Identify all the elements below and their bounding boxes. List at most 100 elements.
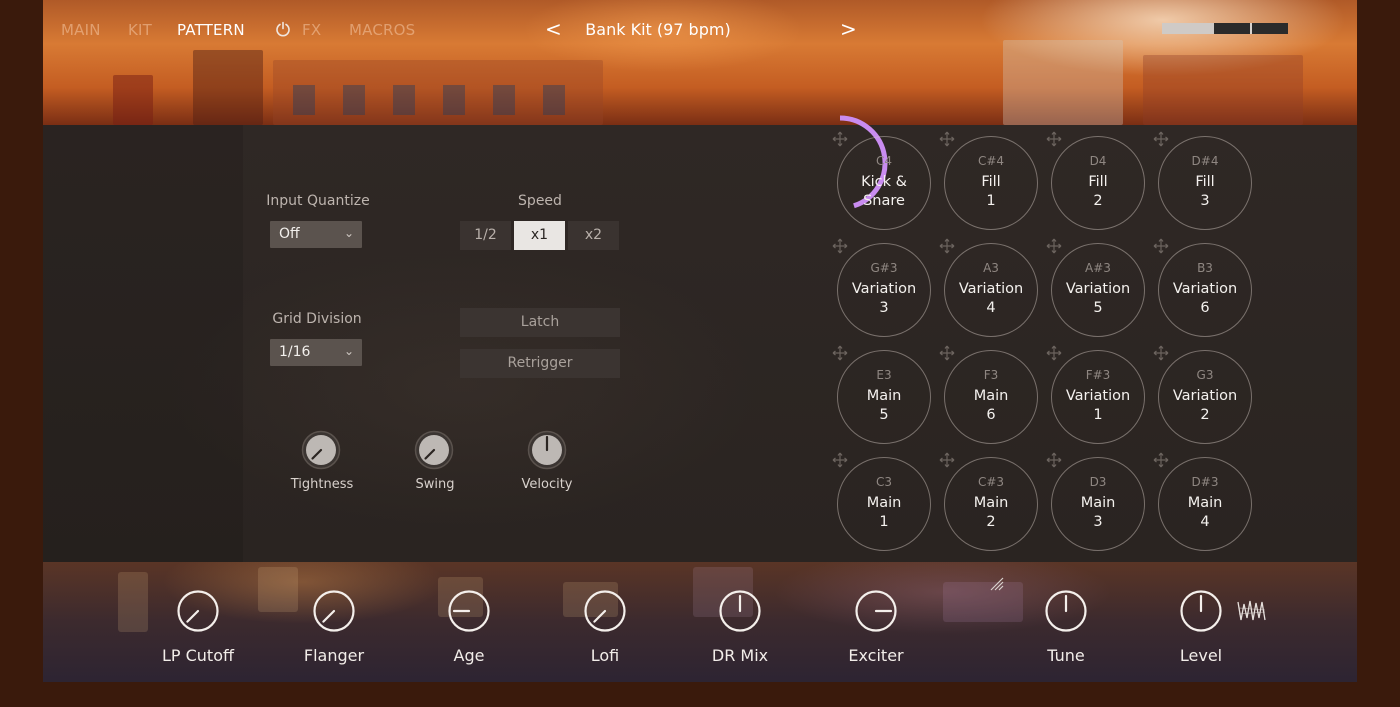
pad-kick-snare[interactable]: C4 Kick & Snare: [837, 136, 931, 230]
pad-name-label: Variation 2: [1159, 387, 1251, 425]
pad-name-label: Variation 6: [1159, 280, 1251, 318]
input-quantize-label: Input Quantize: [266, 193, 370, 209]
pad-main-1[interactable]: C3 Main 1: [837, 457, 931, 551]
grid-division-value: 1/16: [279, 344, 311, 360]
pad-main-4[interactable]: D#3 Main 4: [1158, 457, 1252, 551]
retrigger-button[interactable]: Retrigger: [460, 349, 620, 378]
tab-pattern[interactable]: PATTERN: [177, 21, 245, 39]
pad-note-label: G3: [1196, 368, 1214, 382]
pad-main-6[interactable]: F3 Main 6: [944, 350, 1038, 444]
drag-handle-icon[interactable]: [1153, 452, 1169, 468]
drag-handle-icon[interactable]: [939, 345, 955, 361]
pad-name-line1: Main: [973, 495, 1009, 511]
pad-name-label: Kick & Snare: [838, 173, 930, 211]
pad-note-label: D3: [1089, 475, 1107, 489]
drag-handle-icon[interactable]: [1153, 238, 1169, 254]
flanger-knob[interactable]: [312, 589, 356, 633]
drag-handle-icon[interactable]: [939, 238, 955, 254]
chevron-down-icon: ⌄: [343, 344, 354, 358]
drag-handle-icon[interactable]: [832, 131, 848, 147]
drag-handle-icon[interactable]: [1046, 345, 1062, 361]
pad-variation-4[interactable]: A3 Variation 4: [944, 243, 1038, 337]
pad-variation-3[interactable]: G#3 Variation 3: [837, 243, 931, 337]
pad-name-label: Fill 2: [1052, 173, 1144, 211]
drag-handle-icon[interactable]: [832, 345, 848, 361]
pad-name-line2: 1: [879, 514, 889, 530]
age-knob[interactable]: [447, 589, 491, 633]
pad-note-label: C3: [875, 475, 892, 489]
drag-handle-icon[interactable]: [1153, 131, 1169, 147]
pad-note-label: A3: [983, 261, 999, 275]
pad-variation-5[interactable]: A#3 Variation 5: [1051, 243, 1145, 337]
pad-name-line1: Variation: [1172, 281, 1238, 297]
drag-handle-icon[interactable]: [939, 131, 955, 147]
tab-fx[interactable]: FX: [302, 21, 321, 39]
grid-division-label: Grid Division: [272, 311, 362, 327]
pad-note-label: D4: [1089, 154, 1107, 168]
lofi-knob[interactable]: [583, 589, 627, 633]
pad-name-line1: Variation: [851, 281, 917, 297]
speed-x1-button[interactable]: x1: [514, 221, 565, 250]
drag-handle-icon[interactable]: [939, 452, 955, 468]
pad-variation-1[interactable]: F#3 Variation 1: [1051, 350, 1145, 444]
pad-variation-2[interactable]: G3 Variation 2: [1158, 350, 1252, 444]
tab-macros[interactable]: MACROS: [349, 21, 415, 39]
velocity-knob[interactable]: [527, 430, 567, 470]
pad-name-line1: Fill: [1088, 174, 1108, 190]
drag-handle-icon[interactable]: [1046, 452, 1062, 468]
latch-button[interactable]: Latch: [460, 308, 620, 337]
output-level-meter: [1162, 23, 1288, 34]
pad-name-line2: 3: [1093, 514, 1103, 530]
drag-handle-icon[interactable]: [1153, 345, 1169, 361]
drag-handle-icon[interactable]: [832, 238, 848, 254]
exciter-knob[interactable]: [854, 589, 898, 633]
pad-name-label: Variation 1: [1052, 387, 1144, 425]
pad-main-5[interactable]: E3 Main 5: [837, 350, 931, 444]
dr-mix-knob[interactable]: [718, 589, 762, 633]
pad-name-label: Main 4: [1159, 494, 1251, 532]
grid-division-dropdown[interactable]: 1/16 ⌄: [270, 339, 362, 366]
brand-logo: [1237, 600, 1266, 621]
pad-note-label: C4: [875, 154, 892, 168]
pad-note-label: B3: [1197, 261, 1213, 275]
header-background-image: [43, 0, 1357, 125]
pad-name-line2: Snare: [863, 193, 905, 209]
power-icon[interactable]: [275, 21, 291, 37]
drag-handle-icon[interactable]: [1046, 131, 1062, 147]
tightness-knob[interactable]: [301, 430, 341, 470]
pad-name-label: Fill 1: [945, 173, 1037, 211]
pad-variation-6[interactable]: B3 Variation 6: [1158, 243, 1252, 337]
pad-note-label: C#3: [977, 475, 1005, 489]
exciter-label: Exciter: [848, 646, 904, 665]
pad-main-2[interactable]: C#3 Main 2: [944, 457, 1038, 551]
pad-name-label: Variation 5: [1052, 280, 1144, 318]
tune-knob[interactable]: [1044, 589, 1088, 633]
resize-handle-icon[interactable]: [990, 577, 1004, 591]
tab-main[interactable]: MAIN: [61, 21, 101, 39]
speed-half-button[interactable]: 1/2: [460, 221, 511, 250]
next-preset-button[interactable]: >: [840, 17, 857, 41]
pad-main-3[interactable]: D3 Main 3: [1051, 457, 1145, 551]
pad-note-label: A#3: [1085, 261, 1111, 275]
preset-title[interactable]: Bank Kit (97 bpm): [560, 20, 756, 39]
pad-name-line2: 4: [1200, 514, 1210, 530]
input-quantize-dropdown[interactable]: Off ⌄: [270, 221, 362, 248]
input-quantize-value: Off: [279, 226, 300, 242]
speed-x2-button[interactable]: x2: [568, 221, 619, 250]
pad-fill-1[interactable]: C#4 Fill 1: [944, 136, 1038, 230]
drag-handle-icon[interactable]: [1046, 238, 1062, 254]
swing-knob[interactable]: [414, 430, 454, 470]
level-knob[interactable]: [1179, 589, 1223, 633]
pad-name-line1: Main: [973, 388, 1009, 404]
drag-handle-icon[interactable]: [832, 452, 848, 468]
pad-name-line2: 2: [986, 514, 996, 530]
pad-fill-3[interactable]: D#4 Fill 3: [1158, 136, 1252, 230]
pad-name-line1: Fill: [1195, 174, 1215, 190]
pad-name-line1: Main: [866, 495, 902, 511]
pad-name-line2: 5: [879, 407, 889, 423]
pad-note-label: G#3: [870, 261, 898, 275]
pad-fill-2[interactable]: D4 Fill 2: [1051, 136, 1145, 230]
pad-note-label: F#3: [1085, 368, 1111, 382]
tab-kit[interactable]: KIT: [128, 21, 152, 39]
lp-cutoff-knob[interactable]: [176, 589, 220, 633]
